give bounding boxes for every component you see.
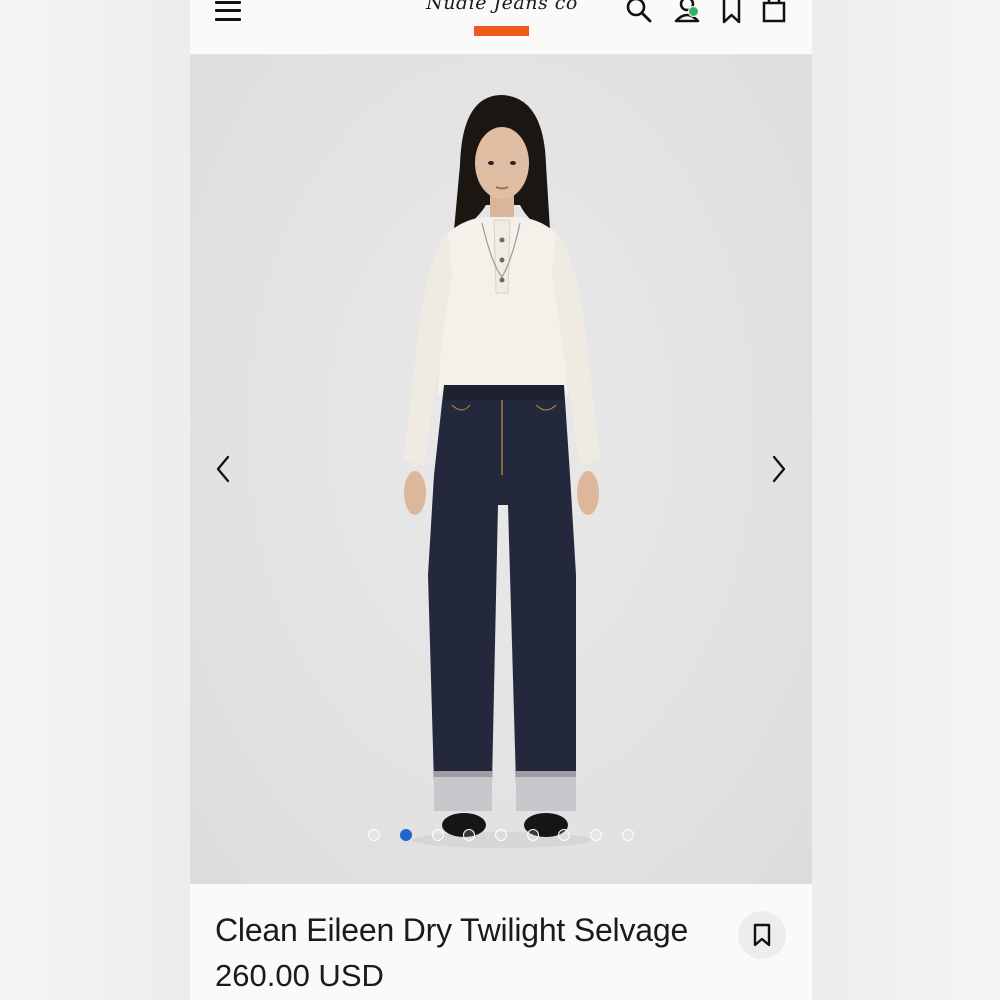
gallery-dot[interactable] [432,829,444,841]
gallery-dot[interactable] [495,829,507,841]
chevron-left-icon[interactable] [209,453,239,485]
product-photo [404,95,600,848]
gallery-dot[interactable] [558,829,570,841]
gallery-dot[interactable] [622,829,634,841]
bookmark-icon [753,923,771,947]
product-title: Clean Eileen Dry Twilight Selvage [215,912,689,948]
gallery-pagination [190,829,812,845]
background-right [812,0,1000,1000]
gallery-dot[interactable] [590,829,602,841]
gallery-dot[interactable] [463,829,475,841]
site-header: Nudie Jeans co [190,0,812,55]
search-icon[interactable] [624,0,654,26]
gallery-dot[interactable] [527,829,539,841]
account-status-dot [688,6,699,17]
background-left [0,0,190,1000]
product-image-gallery[interactable] [190,55,812,884]
brand-accent-bar [474,26,529,36]
chevron-right-icon[interactable] [763,453,793,485]
save-to-wishlist-button[interactable] [738,911,786,959]
product-price: 260.00 USD [215,958,384,993]
shopping-bag-icon[interactable] [759,0,789,26]
bookmark-icon[interactable] [717,0,747,26]
gallery-dot[interactable] [368,829,380,841]
gallery-dot[interactable] [400,829,412,841]
product-info: Clean Eileen Dry Twilight Selvage 260.00… [190,884,812,1000]
menu-icon[interactable] [214,0,244,24]
brand-logo[interactable]: Nudie Jeans co [412,0,592,16]
product-page: Nudie Jeans co Clean Eileen Dry Twilight… [190,0,812,1000]
